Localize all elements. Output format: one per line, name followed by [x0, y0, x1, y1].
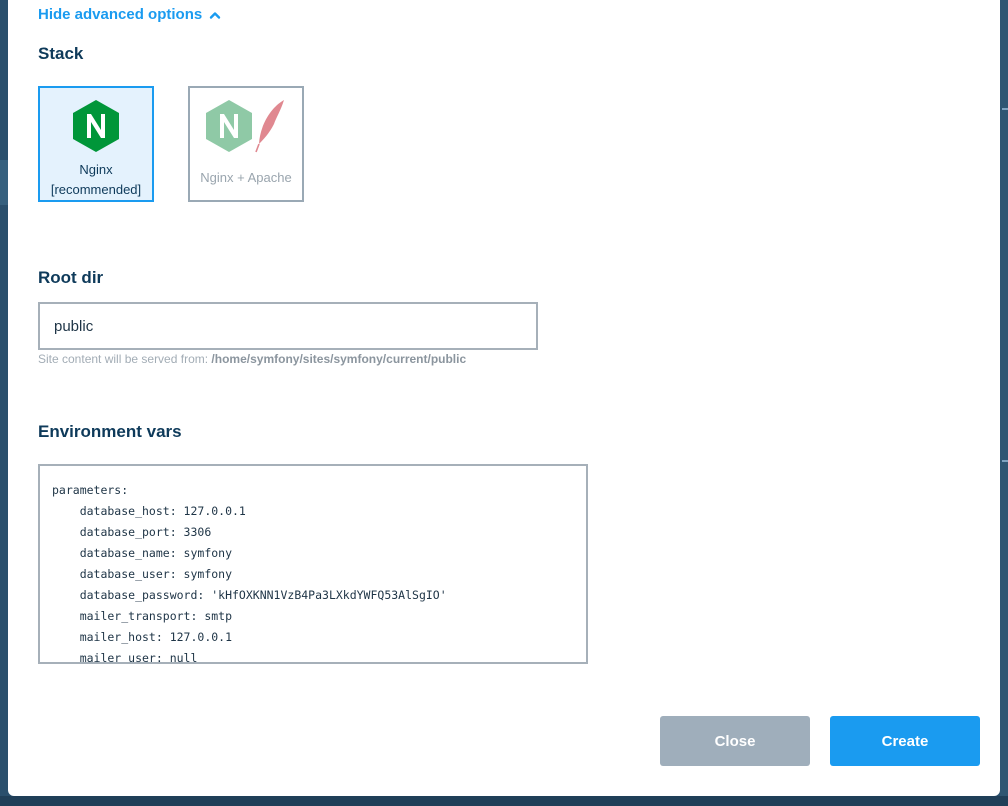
stack-option-name: Nginx [79, 162, 113, 177]
backdrop-mark [1002, 460, 1008, 462]
create-button[interactable]: Create [830, 716, 980, 766]
root-dir-hint: Site content will be served from: /home/… [38, 352, 466, 366]
env-line: mailer_user: null [52, 651, 198, 664]
nginx-icon [73, 100, 119, 152]
stack-option-nginx[interactable]: Nginx [recommended] [38, 86, 154, 202]
hide-advanced-options-toggle[interactable]: Hide advanced options [38, 6, 221, 23]
env-line: database_user: symfony [52, 567, 233, 581]
toggle-label: Hide advanced options [38, 6, 203, 23]
root-dir-title: Root dir [38, 268, 104, 287]
env-line: database_password: 'kHfOXKNN1VzB4Pa3LXkd… [52, 588, 447, 602]
env-line: mailer_transport: smtp [52, 609, 233, 623]
nginx-logo [71, 98, 121, 154]
chevron-up-icon [210, 11, 221, 19]
stack-option-recommended: [recommended] [50, 182, 142, 197]
stack-option-nginx-apache[interactable]: Nginx + Apache [188, 86, 304, 202]
backdrop-panel-edge [1000, 0, 1008, 806]
hint-path: /home/symfony/sites/symfony/current/publ… [211, 352, 467, 366]
hint-prefix: Site content will be served from: [38, 352, 209, 366]
env-line: database_host: 127.0.0.1 [52, 504, 246, 518]
stack-option-label: Nginx [recommended] [51, 160, 141, 200]
backdrop-mark [1002, 108, 1008, 110]
env-vars-textarea[interactable]: parameters: database_host: 127.0.0.1 dat… [38, 464, 588, 664]
nginx-apache-logo [204, 98, 288, 154]
env-line: parameters: [52, 483, 129, 497]
env-line: database_name: symfony [52, 546, 233, 560]
env-vars-title: Environment vars [38, 422, 182, 441]
close-button[interactable]: Close [660, 716, 810, 766]
create-site-modal: Hide advanced options Stack Nginx [recom… [8, 0, 1000, 796]
env-line: database_port: 3306 [52, 525, 212, 539]
nginx-apache-icon [206, 100, 284, 153]
env-line: mailer_host: 127.0.0.1 [52, 630, 233, 644]
stack-title: Stack [38, 44, 84, 63]
backdrop-panel [0, 160, 8, 205]
stack-option-label: Nginx + Apache [200, 170, 292, 185]
backdrop-footer [0, 796, 1008, 806]
root-dir-input[interactable] [38, 302, 538, 350]
